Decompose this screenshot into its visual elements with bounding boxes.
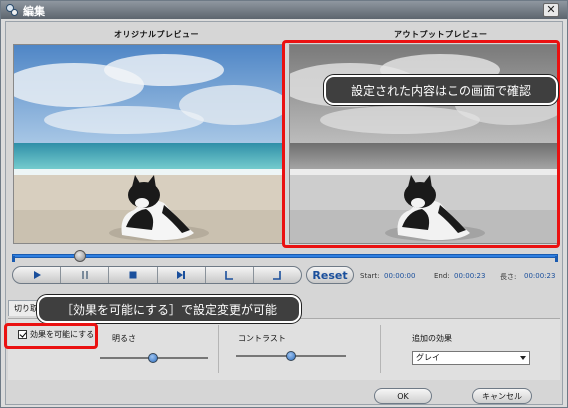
pause-icon <box>81 271 88 279</box>
brightness-label: 明るさ <box>112 334 136 343</box>
window-title: 編集 <box>23 5 45 18</box>
set-end-button[interactable] <box>254 267 301 283</box>
timeline-start-marker[interactable] <box>12 256 15 262</box>
edit-dialog: 編集 ✕ オリジナルプレビュー アウトプットプレビュー Reset Start:… <box>0 0 568 408</box>
divider <box>380 325 381 373</box>
set-start-button[interactable] <box>206 267 254 283</box>
ok-button[interactable]: OK <box>374 388 432 404</box>
timeline-playhead[interactable] <box>74 250 86 262</box>
end-label: End: <box>434 272 450 280</box>
start-bracket-icon <box>225 271 234 280</box>
start-value: 00:00:00 <box>384 272 416 280</box>
app-icon <box>6 4 18 16</box>
skip-forward-icon <box>177 271 186 279</box>
end-value: 00:00:23 <box>454 272 486 280</box>
extra-effect-select[interactable]: グレイ <box>412 351 530 365</box>
stop-icon <box>129 271 137 279</box>
play-button[interactable] <box>13 267 62 283</box>
output-preview-highlight <box>282 40 560 248</box>
original-preview-label: オリジナルプレビュー <box>114 30 199 39</box>
beach-cat-image <box>14 45 282 243</box>
contrast-slider-thumb[interactable] <box>286 351 296 361</box>
contrast-label: コントラスト <box>238 334 286 343</box>
close-button[interactable]: ✕ <box>543 3 559 17</box>
dropdown-arrow-icon <box>520 356 526 360</box>
next-frame-button[interactable] <box>158 267 206 283</box>
output-callout: 設定された内容はこの画面で確認 <box>324 75 558 105</box>
length-value: 00:00:23 <box>524 272 556 280</box>
extra-effect-value: グレイ <box>416 353 440 362</box>
transport-bar <box>12 266 302 284</box>
enable-callout: ［効果を可能にする］で設定変更が可能 <box>37 295 301 323</box>
output-preview-label: アウトプットプレビュー <box>394 30 488 39</box>
timeline-end-marker[interactable] <box>555 256 558 262</box>
divider <box>218 325 219 373</box>
length-label: 長さ: <box>500 273 517 281</box>
cancel-button[interactable]: キャンセル <box>472 388 532 404</box>
start-label: Start: <box>360 272 380 280</box>
extra-effect-label: 追加の効果 <box>412 334 452 343</box>
reset-button[interactable]: Reset <box>306 266 354 284</box>
timeline-track[interactable] <box>12 254 558 258</box>
original-preview <box>13 44 283 244</box>
play-icon <box>33 271 41 279</box>
brightness-slider-thumb[interactable] <box>148 353 158 363</box>
title-bar: 編集 ✕ <box>1 1 567 19</box>
stop-button[interactable] <box>109 267 158 283</box>
pause-button[interactable] <box>61 267 110 283</box>
enable-checkbox-highlight <box>4 323 98 349</box>
end-bracket-icon <box>273 271 282 280</box>
